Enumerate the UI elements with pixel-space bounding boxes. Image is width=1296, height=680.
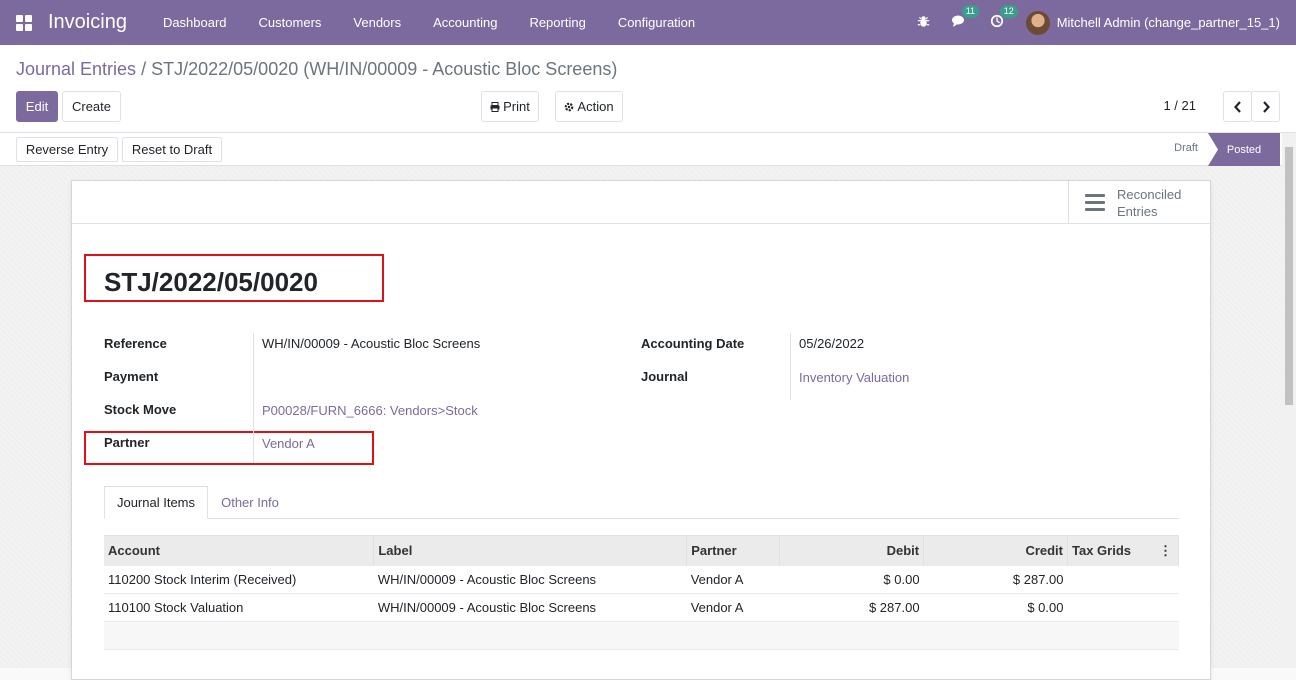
highlight-partner-box: [84, 431, 374, 465]
journal-link[interactable]: Inventory Valuation: [799, 370, 909, 385]
reference-value: WH/IN/00009 - Acoustic Bloc Screens: [262, 336, 481, 351]
optional-columns-icon[interactable]: ⋮: [1159, 543, 1172, 559]
messages-icon[interactable]: 11: [951, 5, 980, 31]
messages-badge: 11: [961, 5, 980, 18]
stock-move-label: Stock Move: [104, 402, 177, 417]
menu-dashboard[interactable]: Dashboard: [147, 15, 243, 30]
notebook-tabs: Journal Items Other Info: [104, 486, 1179, 519]
print-label: Print: [503, 99, 530, 114]
avatar[interactable]: [1025, 10, 1050, 35]
cell-credit: $ 0.00: [923, 593, 1068, 622]
pager-value[interactable]: 1 / 21: [1163, 98, 1196, 113]
tab-other-info[interactable]: Other Info: [208, 486, 292, 519]
pager-previous-button[interactable]: [1223, 91, 1252, 122]
column-account[interactable]: Account: [104, 535, 375, 566]
main-menu: Dashboard Customers Vendors Accounting R…: [147, 15, 711, 30]
top-navbar: Invoicing Dashboard Customers Vendors Ac…: [0, 0, 1296, 45]
app-title[interactable]: Invoicing: [48, 11, 127, 34]
apps-menu-icon[interactable]: [16, 14, 32, 31]
menu-vendors[interactable]: Vendors: [337, 15, 417, 30]
menu-accounting[interactable]: Accounting: [417, 15, 513, 30]
activities-badge: 12: [999, 5, 1018, 18]
menu-configuration[interactable]: Configuration: [602, 15, 711, 30]
cell-tax-grids: [1067, 565, 1179, 594]
cell-partner: Vendor A: [686, 565, 780, 594]
highlight-title-box: [84, 254, 384, 302]
table-header-row: Account Label Partner Debit Credit Tax G…: [104, 535, 1179, 566]
tab-journal-items[interactable]: Journal Items: [104, 486, 208, 519]
reconciled-line1: Reconciled: [1117, 186, 1182, 202]
status-bar: Reverse Entry Reset to Draft Draft Poste…: [0, 133, 1296, 166]
right-group-separator: [790, 333, 791, 400]
cell-credit: $ 287.00: [923, 565, 1068, 594]
activities-icon[interactable]: 12: [990, 5, 1018, 31]
cell-account: 110200 Stock Interim (Received): [104, 565, 374, 594]
chevron-right-icon: [1262, 100, 1270, 113]
accounting-date-label: Accounting Date: [641, 336, 745, 351]
control-panel: Journal Entries / STJ/2022/05/0020 (WH/I…: [0, 45, 1296, 133]
table-row-empty: [104, 621, 1179, 650]
gear-icon: [565, 102, 574, 111]
status-draft[interactable]: Draft: [1174, 142, 1198, 154]
bars-icon: [1085, 190, 1105, 215]
column-debit[interactable]: Debit: [779, 535, 925, 566]
breadcrumb: Journal Entries / STJ/2022/05/0020 (WH/I…: [16, 59, 617, 80]
table-row[interactable]: 110200 Stock Interim (Received) WH/IN/00…: [104, 565, 1179, 594]
reverse-entry-button[interactable]: Reverse Entry: [16, 137, 118, 162]
reset-to-draft-button[interactable]: Reset to Draft: [122, 137, 222, 162]
table-row[interactable]: 110100 Stock Valuation WH/IN/00009 - Aco…: [104, 593, 1179, 622]
cell-tax-grids: [1067, 593, 1179, 622]
column-label[interactable]: Label: [373, 535, 688, 566]
breadcrumb-parent[interactable]: Journal Entries: [16, 59, 136, 79]
reconciled-entries-button[interactable]: Reconciled Entries: [1068, 181, 1210, 224]
status-posted[interactable]: Posted: [1208, 133, 1280, 166]
edit-button[interactable]: Edit: [16, 91, 58, 122]
bug-icon[interactable]: [917, 15, 930, 31]
accounting-date-value: 05/26/2022: [799, 336, 865, 351]
user-menu[interactable]: Mitchell Admin (change_partner_15_1): [1057, 15, 1280, 30]
reference-label: Reference: [104, 336, 167, 351]
column-tax-grids-label: Tax Grids: [1072, 543, 1132, 559]
column-credit[interactable]: Credit: [923, 535, 1068, 566]
chevron-left-icon: [1233, 100, 1241, 113]
breadcrumb-current: STJ/2022/05/0020 (WH/IN/00009 - Acoustic…: [151, 59, 618, 79]
journal-label: Journal: [641, 369, 688, 384]
create-button[interactable]: Create: [62, 91, 121, 122]
cell-debit: $ 0.00: [779, 565, 924, 594]
left-group-separator: [253, 333, 254, 463]
cell-partner: Vendor A: [686, 593, 780, 622]
breadcrumb-separator: /: [141, 59, 147, 79]
menu-customers[interactable]: Customers: [243, 15, 338, 30]
scrollbar[interactable]: [1282, 133, 1296, 668]
cell-debit: $ 287.00: [779, 593, 924, 622]
print-button[interactable]: Print: [481, 91, 539, 122]
action-button[interactable]: Action: [555, 91, 623, 122]
reconciled-line2: Entries: [1117, 203, 1158, 219]
cell-label: WH/IN/00009 - Acoustic Bloc Screens: [373, 565, 687, 594]
systray: 11 12 Mitchell Admin (change_partner_15_…: [917, 0, 1296, 45]
print-icon: [490, 101, 500, 112]
button-box: Reconciled Entries: [72, 181, 1210, 224]
journal-items-table: Account Label Partner Debit Credit Tax G…: [104, 535, 1179, 650]
stock-move-link[interactable]: P00028/FURN_6666: Vendors>Stock: [262, 403, 478, 418]
pager-next-button[interactable]: [1251, 91, 1280, 122]
form-sheet: Reconciled Entries STJ/2022/05/0020 Refe…: [71, 180, 1211, 680]
payment-label: Payment: [104, 369, 159, 384]
cell-label: WH/IN/00009 - Acoustic Bloc Screens: [373, 593, 687, 622]
action-label: Action: [577, 99, 614, 114]
column-partner[interactable]: Partner: [686, 535, 781, 566]
scrollbar-thumb[interactable]: [1285, 147, 1293, 405]
cell-account: 110100 Stock Valuation: [104, 593, 374, 622]
column-tax-grids[interactable]: Tax Grids ⋮: [1067, 535, 1179, 566]
menu-reporting[interactable]: Reporting: [513, 15, 601, 30]
